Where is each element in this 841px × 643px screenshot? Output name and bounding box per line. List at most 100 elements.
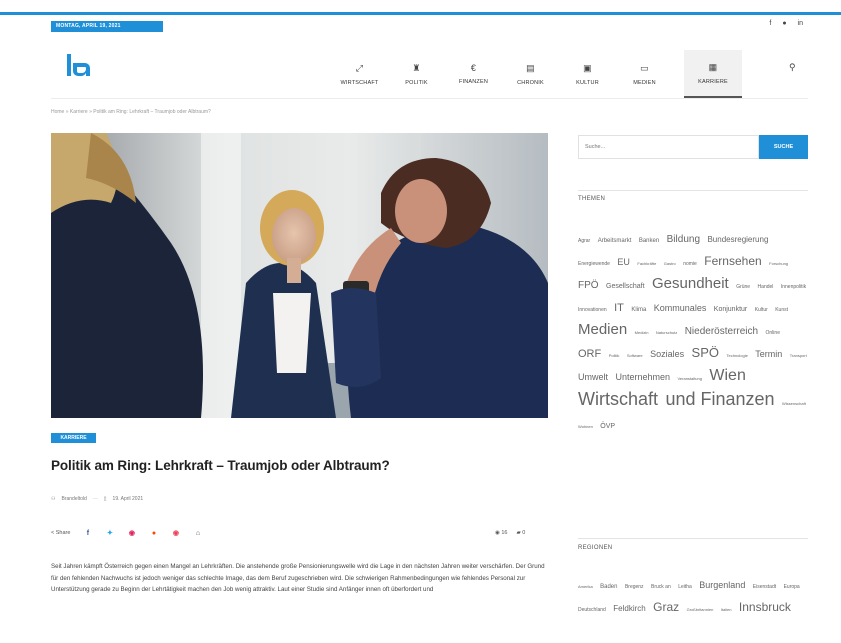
themes-tag-cloud: Agrar Arbeitsmarkt Banken Bildung Bundes… (578, 228, 810, 437)
linkedin-icon[interactable]: in (798, 20, 803, 27)
tag-link[interactable]: Feldkirch (613, 604, 645, 613)
comments-count[interactable]: ▰ 0 (516, 530, 525, 536)
nav-item-chronik[interactable]: ▤ CHRONIK (507, 50, 554, 98)
tag-link[interactable]: Umwelt (578, 372, 608, 382)
article-counts: ◉ 16 ▰ 0 (495, 530, 525, 536)
header-divider (51, 98, 808, 99)
facebook-icon[interactable]: f (769, 20, 771, 27)
tag-link[interactable]: Wien (709, 367, 745, 384)
tag-link[interactable]: Großbritannien (687, 607, 714, 612)
tag-link[interactable]: Medizin (635, 330, 649, 335)
tag-link[interactable]: Soziales (650, 349, 684, 359)
tag-link[interactable]: Gastro (664, 261, 676, 266)
tag-link[interactable]: FPÖ (578, 280, 599, 291)
tag-link[interactable]: Veranstaltung (677, 376, 701, 381)
tag-link[interactable]: Deutschland (578, 607, 606, 613)
site-logo[interactable] (66, 54, 92, 78)
nav-item-wirtschaft[interactable]: ⤢ WIRTSCHAFT (336, 50, 383, 98)
tag-link[interactable]: Technologie (726, 353, 747, 358)
sidebar-search-button[interactable]: SUCHE (759, 135, 808, 159)
clipboard-icon: ▦ (708, 61, 718, 72)
tag-link[interactable]: Fernsehen (704, 254, 761, 268)
print-icon[interactable]: ⌂ (193, 530, 202, 537)
tag-link[interactable]: Klima (631, 307, 646, 313)
tag-link[interactable]: Energiewende (578, 261, 610, 267)
nav-item-kultur[interactable]: ▣ KULTUR (564, 50, 611, 98)
sidebar-search-input[interactable] (578, 135, 759, 159)
tag-link[interactable]: Eisenstadt (753, 584, 776, 590)
instagram-icon[interactable]: ● (782, 20, 786, 27)
nav-item-politik[interactable]: ♜ POLITIK (393, 50, 440, 98)
tag-link[interactable]: Bildung (667, 234, 700, 245)
nav-item-karriere[interactable]: ▦ KARRIERE (684, 50, 742, 98)
tag-link[interactable]: Konjunktur (714, 306, 747, 313)
pinterest-icon[interactable]: ◉ (127, 529, 136, 537)
tag-link[interactable]: Grüne (736, 284, 750, 290)
tag-link[interactable]: Niederösterreich (685, 326, 758, 337)
tag-link[interactable]: Banken (639, 238, 659, 244)
article-hero-image (51, 133, 548, 418)
tag-link[interactable]: Kunst (775, 307, 788, 313)
tag-link[interactable]: Graz (653, 600, 679, 614)
widget-divider (578, 190, 808, 191)
article-author[interactable]: Brandeltold (61, 496, 86, 502)
tag-link[interactable]: Innsbruck (739, 600, 791, 614)
tag-link[interactable]: IT (614, 302, 624, 314)
search-icon[interactable]: ⚲ (789, 62, 796, 73)
article-body: Seit Jahren kämpft Österreich gegen eine… (51, 563, 545, 593)
tag-link[interactable]: Forschung (769, 261, 788, 266)
tag-link[interactable]: EU (617, 257, 630, 267)
tag-link[interactable]: Wirtschaft (578, 389, 658, 409)
tag-link[interactable]: Gesundheit (652, 275, 729, 292)
tag-link[interactable]: ÖVP (600, 423, 615, 430)
tag-link[interactable]: und Finanzen (665, 389, 774, 409)
tag-link[interactable]: Wissenschaft (782, 401, 806, 406)
calendar-icon: ▯ (103, 496, 107, 502)
tag-link[interactable]: Naturschutz (656, 330, 677, 335)
tag-link[interactable]: Fachkräfte (637, 261, 656, 266)
nav-label: KULTUR (576, 79, 599, 86)
tag-link[interactable]: Burgenland (699, 580, 745, 590)
nav-item-finanzen[interactable]: € FINANZEN (450, 50, 497, 98)
nav-item-medien[interactable]: ▭ MEDIEN (621, 50, 668, 98)
tag-link[interactable]: Termin (755, 349, 782, 359)
tag-link[interactable]: ORF (578, 348, 601, 360)
tag-link[interactable]: Medien (578, 321, 627, 338)
tag-link[interactable]: Transport (790, 353, 807, 358)
article-title: Politik am Ring: Lehrkraft – Traumjob od… (51, 458, 390, 473)
main-nav: ⤢ WIRTSCHAFT ♜ POLITIK € FINANZEN ▤ CHRO… (336, 50, 752, 98)
tag-link[interactable]: Software (627, 353, 643, 358)
author-icon: ⚇ (51, 496, 56, 502)
tag-link[interactable]: Kommunales (654, 303, 707, 313)
tag-link[interactable]: Online (766, 330, 780, 336)
tag-link[interactable]: Europa (784, 584, 800, 590)
tag-link[interactable]: Italien (721, 607, 732, 612)
tag-link[interactable]: Bruck an (651, 584, 671, 590)
tag-link[interactable]: SPÖ (692, 345, 719, 360)
tag-link[interactable]: Handel (758, 284, 774, 290)
share-button[interactable]: < Share (51, 530, 70, 536)
tag-link[interactable]: Arbeitsmarkt (598, 238, 632, 244)
breadcrumb[interactable]: Home » Karriere » Politik am Ring: Lehrk… (51, 109, 211, 115)
tag-link[interactable]: Amerika (578, 584, 593, 589)
category-badge[interactable]: KARRIERE (51, 433, 96, 443)
tag-link[interactable]: Bundesregierung (707, 235, 768, 244)
tag-link[interactable]: Unternehmen (615, 372, 670, 382)
tag-link[interactable]: Innovationen (578, 307, 607, 313)
views-count: ◉ 16 (495, 530, 508, 536)
twitter-icon[interactable]: ✦ (105, 529, 114, 537)
nav-label: MEDIEN (633, 79, 656, 86)
tag-link[interactable]: Bregenz (625, 584, 644, 590)
tag-link[interactable]: Wohnen (578, 424, 593, 429)
pocket-icon[interactable]: ◉ (171, 529, 180, 537)
tag-link[interactable]: nomie (683, 261, 697, 267)
tag-link[interactable]: Innenpolitik (781, 284, 806, 290)
tag-link[interactable]: Politik (609, 353, 620, 358)
tag-link[interactable]: Gesellschaft (606, 283, 645, 290)
tag-link[interactable]: Agrar (578, 238, 590, 244)
facebook-icon[interactable]: f (83, 530, 92, 537)
tag-link[interactable]: Baden (600, 584, 617, 590)
tag-link[interactable]: Kultur (755, 307, 768, 313)
reddit-icon[interactable]: ● (149, 530, 158, 537)
tag-link[interactable]: Leitha (678, 584, 692, 590)
